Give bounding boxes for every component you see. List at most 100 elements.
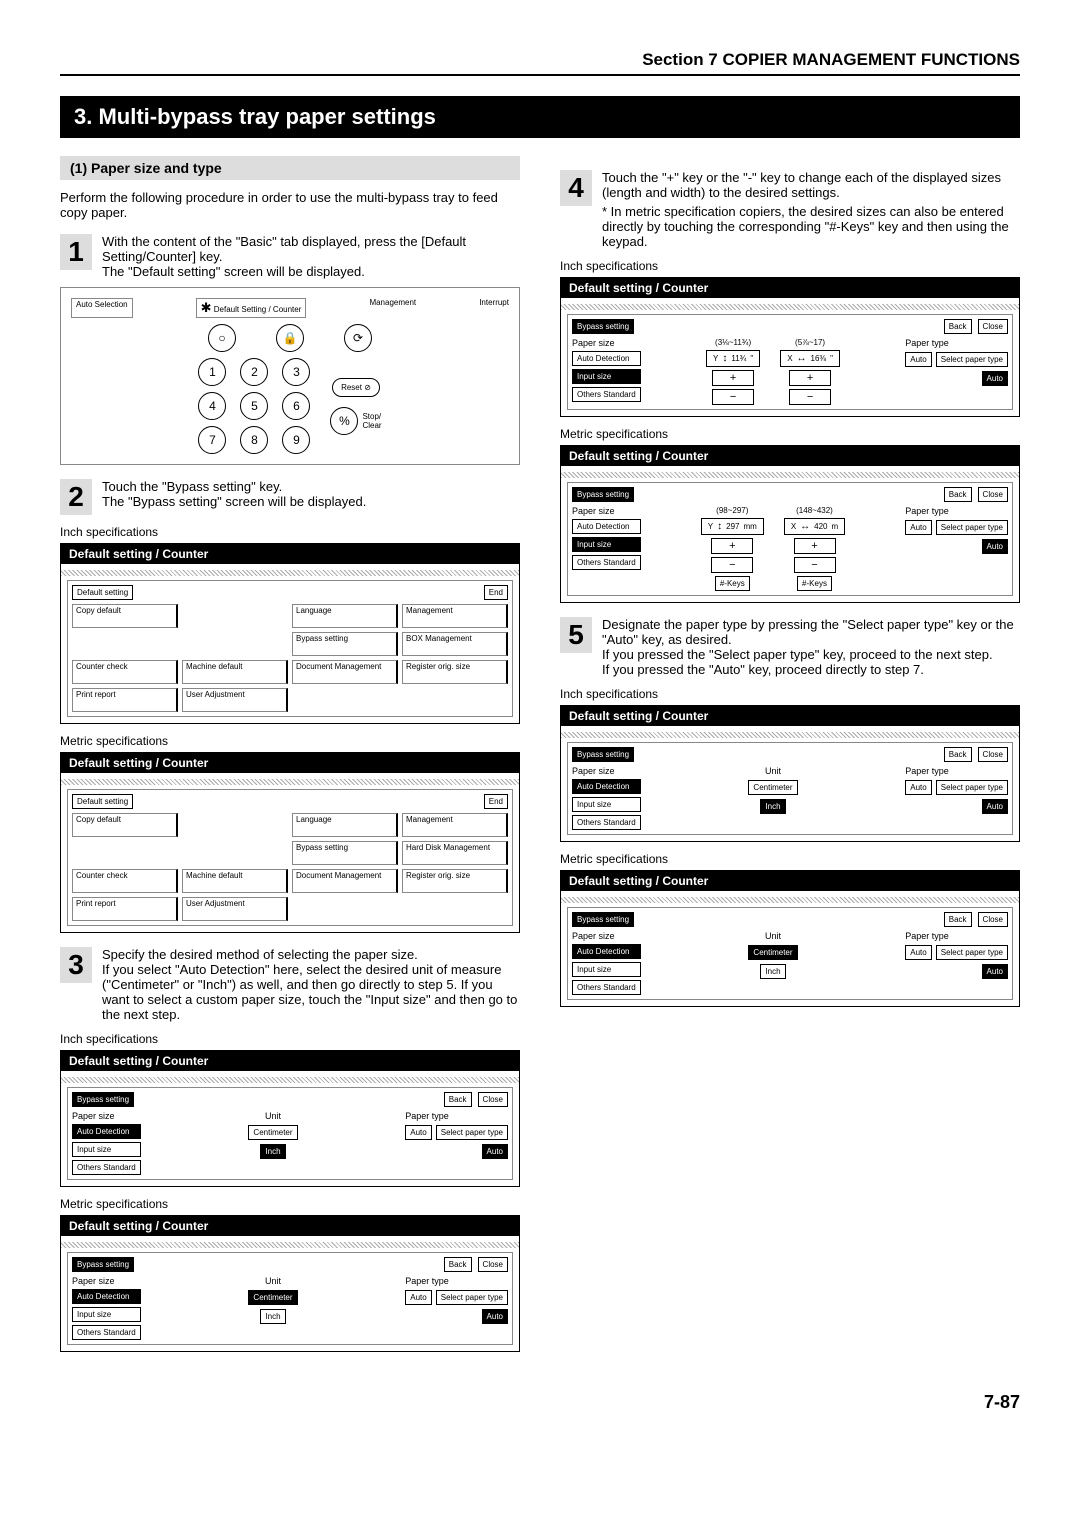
auto-button: Auto: [905, 780, 931, 795]
bypass-panel-metric-s5: Default setting / Counter Bypass setting…: [560, 870, 1020, 1007]
settings-grid-inch: Copy default Language Management Bypass …: [72, 604, 508, 712]
bypass-tab: Bypass setting: [572, 487, 634, 502]
step-4-note: * In metric specification copiers, the d…: [602, 204, 1020, 249]
key-5: 5: [240, 392, 268, 420]
minus-button: −: [789, 389, 831, 405]
plus-button: +: [794, 538, 836, 554]
step-4-text: Touch the "+" key or the "-" key to chan…: [602, 170, 1020, 200]
step-5-text: Designate the paper type by pressing the…: [602, 617, 1020, 677]
step-number-4: 4: [560, 170, 592, 206]
x-value-box: X ↔ 16⅜ ": [780, 350, 840, 367]
x-value-box: X ↔ 420 m: [784, 518, 845, 535]
end-button: End: [484, 585, 508, 600]
left-column: (1) Paper size and type Perform the foll…: [60, 156, 520, 1362]
back-button: Back: [444, 1257, 472, 1272]
page-number: 7-87: [60, 1392, 1020, 1413]
bypass-tab: Bypass setting: [572, 747, 634, 762]
percent-key: %: [330, 407, 358, 435]
close-button: Close: [978, 912, 1008, 927]
auto-indicator: Auto: [982, 799, 1008, 814]
back-button: Back: [944, 912, 972, 927]
right-column: 4 Touch the "+" key or the "-" key to ch…: [560, 156, 1020, 1362]
input-size-tab: Input size: [572, 797, 641, 812]
default-setting-label: ✱ Default Setting / Counter: [196, 298, 307, 318]
paper-type-label: Paper type: [905, 931, 1008, 941]
close-button: Close: [978, 319, 1008, 334]
settings-grid-metric: Copy default Language Management Bypass …: [72, 813, 508, 921]
back-button: Back: [944, 487, 972, 502]
caption-metric: Metric specifications: [60, 734, 520, 748]
caption-metric: Metric specifications: [60, 1197, 520, 1211]
key-4: 4: [198, 392, 226, 420]
select-paper-type-button: Select paper type: [936, 520, 1008, 535]
select-paper-type-button: Select paper type: [936, 352, 1008, 367]
paper-size-label: Paper size: [72, 1111, 141, 1121]
keypad-illustration: Auto Selection ✱ Default Setting / Count…: [60, 287, 520, 465]
inch-button: Inch: [760, 799, 785, 814]
size-panel-metric: Default setting / Counter Bypass setting…: [560, 445, 1020, 603]
select-paper-type-button: Select paper type: [936, 780, 1008, 795]
x-range-label: (5⅞~17): [795, 338, 825, 347]
key-9: 9: [282, 426, 310, 454]
hash-keys-button: #-Keys: [797, 576, 832, 591]
bypass-tab: Bypass setting: [572, 912, 634, 927]
panel-title: Default setting / Counter: [61, 753, 519, 773]
paper-type-label: Paper type: [905, 338, 1008, 348]
subheading: (1) Paper size and type: [60, 156, 520, 180]
auto-indicator: Auto: [982, 539, 1008, 554]
step-1-text: With the content of the "Basic" tab disp…: [102, 234, 520, 279]
inch-button: Inch: [260, 1309, 285, 1324]
inch-button: Inch: [760, 964, 785, 979]
minus-button: −: [711, 557, 753, 573]
key-7: 7: [198, 426, 226, 454]
bypass-tab: Bypass setting: [72, 1257, 134, 1272]
caption-inch: Inch specifications: [60, 525, 520, 539]
close-button: Close: [478, 1257, 508, 1272]
plus-button: +: [712, 370, 754, 386]
auto-detection-tab: Auto Detection: [572, 779, 641, 794]
back-button: Back: [944, 319, 972, 334]
settings-panel-metric: Default setting / Counter Default settin…: [60, 752, 520, 933]
select-paper-type-button: Select paper type: [936, 945, 1008, 960]
management-label: Management: [369, 298, 416, 318]
intro-text: Perform the following procedure in order…: [60, 190, 520, 220]
auto-indicator: Auto: [482, 1309, 508, 1324]
interrupt-icon: ⟳: [344, 324, 372, 352]
select-paper-type-button: Select paper type: [436, 1290, 508, 1305]
bypass-panel-inch-s3: Default setting / Counter Bypass setting…: [60, 1050, 520, 1187]
minus-button: −: [712, 389, 754, 405]
key-3: 3: [282, 358, 310, 386]
panel-title: Default setting / Counter: [61, 544, 519, 564]
auto-detection-tab: Auto Detection: [72, 1289, 141, 1304]
default-setting-tab: Default setting: [72, 794, 133, 809]
section-header: Section 7 COPIER MANAGEMENT FUNCTIONS: [60, 50, 1020, 76]
unit-label: Unit: [765, 766, 781, 776]
bypass-tab: Bypass setting: [72, 1092, 134, 1107]
back-button: Back: [944, 747, 972, 762]
auto-button: Auto: [905, 352, 931, 367]
y-range-label: (3⅛~11¾): [715, 338, 751, 347]
indicator-circle: ○: [208, 324, 236, 352]
bypass-panel-inch-s5: Default setting / Counter Bypass setting…: [560, 705, 1020, 842]
paper-size-label: Paper size: [72, 1276, 141, 1286]
key-2: 2: [240, 358, 268, 386]
auto-detection-tab: Auto Detection: [572, 944, 641, 959]
lock-icon: 🔒: [276, 324, 304, 352]
default-setting-tab: Default setting: [72, 585, 133, 600]
page-title: 3. Multi-bypass tray paper settings: [60, 96, 1020, 138]
x-range-label: (148~432): [796, 506, 833, 515]
bypass-panel-metric-s3: Default setting / Counter Bypass setting…: [60, 1215, 520, 1352]
auto-button: Auto: [905, 945, 931, 960]
paper-size-label: Paper size: [572, 338, 641, 348]
paper-size-label: Paper size: [572, 506, 641, 516]
key-8: 8: [240, 426, 268, 454]
interrupt-label: Interrupt: [479, 298, 509, 318]
inch-button: Inch: [260, 1144, 285, 1159]
caption-inch: Inch specifications: [560, 259, 1020, 273]
step-number-3: 3: [60, 947, 92, 983]
others-tab: Others Standard: [572, 815, 641, 830]
close-button: Close: [978, 747, 1008, 762]
y-value-box: Y ↕ 11¾ ": [706, 350, 760, 367]
unit-label: Unit: [265, 1276, 281, 1286]
centimeter-button: Centimeter: [748, 780, 797, 795]
